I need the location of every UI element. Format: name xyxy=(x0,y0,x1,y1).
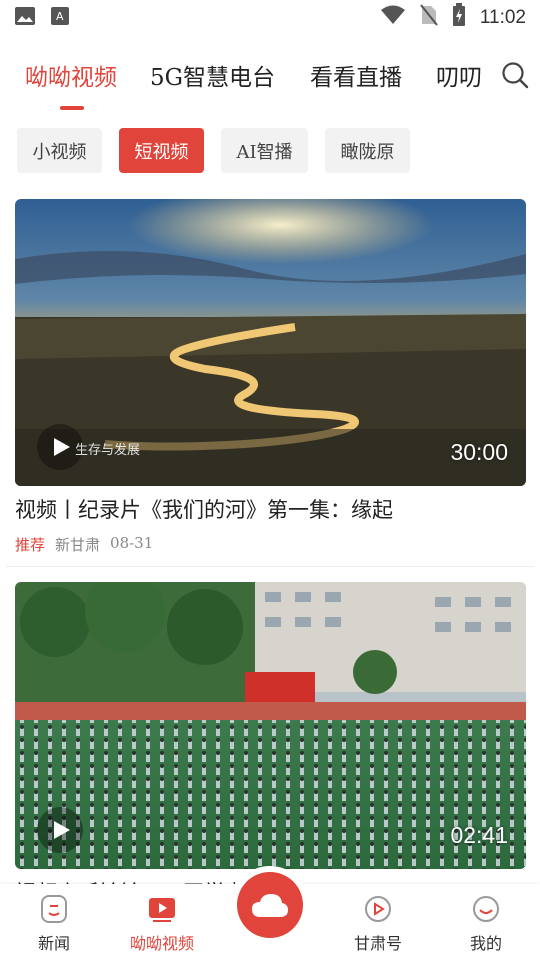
play-icon xyxy=(54,821,70,839)
font-icon: A xyxy=(50,6,70,30)
wifi-icon xyxy=(380,5,406,31)
nav-news[interactable]: 新闻 xyxy=(14,894,94,954)
top-tab-bar: 呦呦视频 5G智慧电台 看看直播 叨叨 xyxy=(0,44,540,110)
tab-youyou-video[interactable]: 呦呦视频 xyxy=(25,58,117,92)
cloud-icon xyxy=(252,894,288,917)
video-play-icon xyxy=(149,898,175,922)
active-tab-indicator xyxy=(60,106,84,110)
recommend-tag: 推荐 xyxy=(15,536,46,554)
video-meta: 推荐 新甘肃 08-31 xyxy=(15,534,526,555)
play-button[interactable] xyxy=(37,807,83,853)
video-duration: 02:41 xyxy=(450,822,508,848)
video-title[interactable]: 视频丨纪录片《我们的河》第一集：缘起 xyxy=(15,494,526,524)
video-card[interactable]: 生存与发展 30:00 视频丨纪录片《我们的河》第一集：缘起 推荐 新甘肃 08… xyxy=(15,199,526,555)
svg-text:A: A xyxy=(56,10,64,23)
chip-small-video[interactable]: 小视频 xyxy=(17,128,102,173)
profile-icon xyxy=(473,896,499,922)
video-date: 08-31 xyxy=(110,534,154,552)
battery-charging-icon xyxy=(452,3,466,33)
search-icon[interactable] xyxy=(500,60,530,90)
nav-mine[interactable]: 我的 xyxy=(446,894,526,954)
chip-ai-broadcast[interactable]: AI智播 xyxy=(221,128,308,173)
clock: 11:02 xyxy=(479,7,526,28)
nav-gansu-hao[interactable]: 甘肃号 xyxy=(338,894,418,954)
no-sim-icon xyxy=(420,4,438,32)
image-icon xyxy=(14,6,36,30)
tab-daodao[interactable]: 叨叨 xyxy=(436,58,482,92)
news-icon xyxy=(41,895,67,923)
tab-5g-radio[interactable]: 5G智慧电台 xyxy=(150,58,275,92)
nav-label: 呦呦视频 xyxy=(129,934,194,953)
status-bar: A 11:02 xyxy=(0,0,540,36)
nav-label: 新闻 xyxy=(37,934,70,953)
video-card[interactable]: 02:41 视频丨听铃铃……开学啦！ xyxy=(15,582,526,907)
video-thumbnail[interactable]: 02:41 xyxy=(15,582,526,869)
nav-label: 我的 xyxy=(469,934,502,953)
sub-tab-bar: 小视频 短视频 AI智播 瞰陇原 xyxy=(17,128,410,173)
video-source: 新甘肃 xyxy=(55,536,101,554)
nav-youyou-video[interactable]: 呦呦视频 xyxy=(122,894,202,954)
bottom-nav-bar: 新闻 呦呦视频 甘肃号 我的 xyxy=(0,872,540,960)
center-cloud-button[interactable] xyxy=(237,872,303,938)
play-icon xyxy=(54,438,70,456)
chip-short-video[interactable]: 短视频 xyxy=(119,128,204,173)
play-circle-icon xyxy=(365,896,391,922)
nav-label: 甘肃号 xyxy=(353,934,402,953)
video-watermark: 生存与发展 xyxy=(75,443,141,458)
video-thumbnail[interactable]: 生存与发展 30:00 xyxy=(15,199,526,486)
tab-live[interactable]: 看看直播 xyxy=(310,58,402,92)
chip-kan-longyuan[interactable]: 瞰陇原 xyxy=(325,128,410,173)
card-divider xyxy=(6,566,534,567)
video-duration: 30:00 xyxy=(450,439,508,465)
